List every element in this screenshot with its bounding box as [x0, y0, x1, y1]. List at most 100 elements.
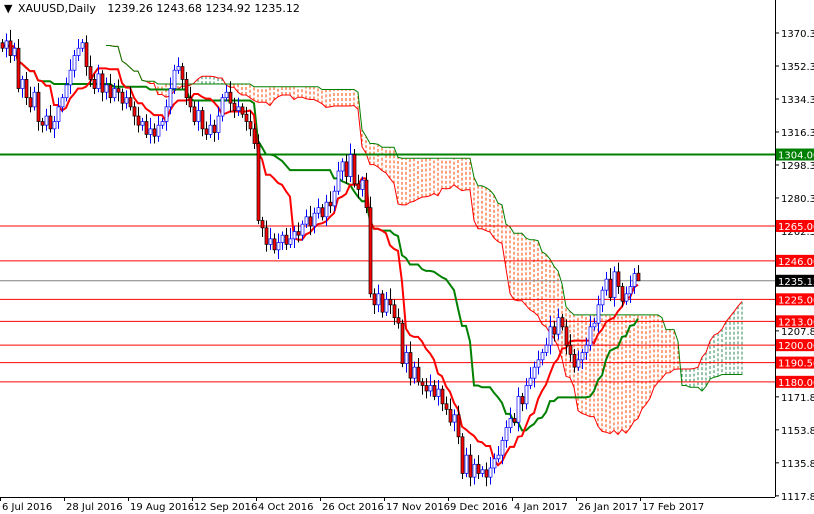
candle-body: [340, 161, 345, 172]
candle-body: [104, 84, 109, 93]
candle-body: [360, 179, 365, 190]
candle-body: [240, 106, 245, 115]
candle-body: [208, 124, 213, 135]
candle-body: [432, 385, 437, 397]
candle: [532, 361, 537, 388]
candle: [372, 288, 377, 314]
candle: [200, 106, 205, 137]
candle: [428, 374, 433, 397]
candle-body: [468, 454, 473, 478]
candle: [328, 191, 333, 214]
candle: [368, 196, 373, 298]
candle-body: [484, 469, 489, 478]
candle-body: [88, 66, 93, 80]
candle-body: [412, 366, 417, 379]
candle-body: [312, 212, 317, 227]
candle-body: [324, 201, 329, 218]
candle: [288, 227, 293, 249]
candle-body: [196, 110, 201, 122]
candle-body: [292, 231, 297, 240]
ichimoku-cloud: [106, 45, 743, 436]
y-tick-label: 1135.80: [781, 459, 814, 470]
candle-body: [64, 84, 69, 99]
candle: [340, 158, 345, 181]
candle-body: [568, 344, 573, 355]
candle-body: [504, 427, 509, 441]
current-price-tag-label: 1235.12: [778, 277, 814, 288]
candle: [608, 268, 613, 302]
candle-body: [472, 463, 477, 478]
candle: [204, 121, 209, 140]
candle-body: [188, 97, 193, 108]
candle-body: [204, 128, 209, 135]
candle: [528, 367, 533, 390]
candle-body: [220, 97, 225, 117]
candle-body: [316, 207, 321, 214]
candle-body: [592, 322, 597, 328]
candle-body: [172, 69, 177, 89]
candle-body: [52, 121, 57, 130]
candle-body: [344, 161, 349, 177]
candle: [544, 337, 549, 357]
candle-body: [120, 91, 125, 104]
y-tick-label: 1153.80: [781, 426, 814, 437]
candle-body: [336, 170, 341, 192]
x-tick-label: 26 Oct 2016: [322, 502, 384, 513]
candle-body: [40, 121, 45, 126]
candle-body: [140, 121, 145, 126]
candle-body: [440, 388, 445, 405]
candle-body: [216, 115, 221, 133]
candle: [260, 216, 265, 238]
candle: [560, 313, 565, 331]
candle: [556, 308, 561, 340]
candle-body: [564, 326, 569, 346]
candle: [336, 161, 341, 195]
candle: [580, 348, 585, 369]
candle-body: [152, 128, 157, 137]
candle: [84, 35, 89, 76]
candle: [612, 266, 617, 307]
price-chart[interactable]: 1370.30 1352.30 1334.30 1316.30 1298.30 1280.…: [0, 0, 814, 514]
candle-body: [328, 201, 333, 207]
candle: [468, 444, 473, 487]
candle: [624, 286, 629, 305]
candle-body: [168, 88, 173, 108]
candle-body: [580, 352, 585, 361]
candle-body: [12, 47, 17, 56]
candle: [304, 209, 309, 228]
level-tag-label: 1246.00: [778, 257, 814, 268]
candle-body: [156, 124, 161, 137]
level-tag-label: 1180.00: [778, 378, 814, 389]
candle-body: [380, 293, 385, 313]
candle: [480, 466, 485, 478]
candle-body: [4, 40, 9, 49]
candle-body: [136, 115, 141, 126]
candle: [152, 123, 157, 144]
candle-body: [444, 403, 449, 410]
horizontal-levels: [0, 153, 775, 383]
candle-body: [352, 154, 357, 185]
candle-body: [132, 106, 137, 117]
candle-body: [492, 458, 497, 469]
candle: [316, 198, 321, 219]
candle: [160, 117, 165, 129]
candle: [68, 59, 73, 95]
candle: [604, 271, 609, 296]
candle: [384, 292, 389, 316]
candle-body: [540, 352, 545, 361]
candle-body: [604, 278, 609, 291]
candle-body: [516, 396, 521, 423]
candle-body: [464, 454, 469, 474]
candle: [56, 97, 61, 129]
candle: [284, 227, 289, 250]
candle-body: [24, 79, 29, 99]
candle-body: [232, 102, 237, 111]
candle: [600, 286, 605, 313]
y-tick-label: 1316.30: [781, 128, 814, 139]
candle-body: [264, 227, 269, 245]
candle: [488, 456, 493, 485]
tenkan-sen-line: [2, 44, 639, 467]
candle: [424, 378, 429, 399]
candle: [208, 114, 213, 139]
candle: [136, 106, 141, 133]
